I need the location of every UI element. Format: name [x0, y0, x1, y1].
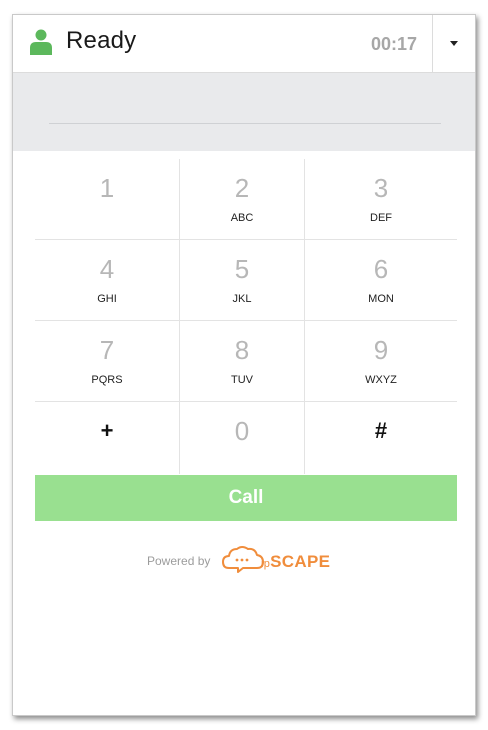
- key-letters: GHI: [97, 293, 117, 305]
- dialer-window: Ready 00:17 1 2 ABC 3 DEF 4 GHI 5 JKL 6 …: [12, 14, 476, 716]
- key-letters: DEF: [370, 212, 392, 224]
- key-4[interactable]: 4 GHI: [35, 240, 180, 320]
- key-1[interactable]: 1: [35, 159, 180, 239]
- key-digit: 7: [99, 335, 115, 365]
- key-digit: 0: [234, 416, 250, 446]
- key-digit: 9: [373, 335, 389, 365]
- status-timer: 00:17: [370, 34, 417, 54]
- brand-prefix: ip: [261, 558, 271, 570]
- key-7[interactable]: 7 PQRS: [35, 321, 180, 401]
- agent-status-label: Ready: [66, 27, 137, 54]
- ipscape-brand: ipSCAPE: [261, 552, 330, 572]
- key-letters: WXYZ: [365, 374, 397, 386]
- key-plus[interactable]: +: [35, 402, 180, 474]
- keypad-row: + 0 #: [35, 402, 457, 474]
- key-digit: 3: [373, 173, 389, 203]
- powered-by-text: Powered by: [147, 554, 211, 568]
- key-letters: TUV: [231, 374, 253, 386]
- key-symbol: #: [374, 418, 388, 443]
- key-symbol: +: [100, 418, 114, 443]
- call-button[interactable]: Call: [35, 475, 457, 521]
- key-letters: JKL: [232, 293, 252, 305]
- key-digit: 4: [99, 254, 115, 284]
- key-letters: PQRS: [91, 374, 123, 386]
- keypad-row: 1 2 ABC 3 DEF: [35, 159, 457, 240]
- agent-status-icon: [30, 29, 52, 55]
- dial-keypad: 1 2 ABC 3 DEF 4 GHI 5 JKL 6 MON 7 PQRS 8…: [35, 159, 457, 474]
- key-digit: 6: [373, 254, 389, 284]
- key-digit: 2: [234, 173, 250, 203]
- key-digit: 8: [234, 335, 250, 365]
- cloud-logo-icon: [222, 546, 264, 573]
- key-5[interactable]: 5 JKL: [180, 240, 305, 320]
- status-dropdown-toggle[interactable]: [432, 15, 475, 72]
- caret-down-icon: [450, 41, 458, 46]
- keypad-row: 7 PQRS 8 TUV 9 WXYZ: [35, 321, 457, 402]
- key-digit: 5: [234, 254, 250, 284]
- key-9[interactable]: 9 WXYZ: [305, 321, 457, 401]
- brand-name: SCAPE: [270, 552, 331, 571]
- key-hash[interactable]: #: [305, 402, 457, 474]
- key-6[interactable]: 6 MON: [305, 240, 457, 320]
- keypad-row: 4 GHI 5 JKL 6 MON: [35, 240, 457, 321]
- key-letters: MON: [368, 293, 394, 305]
- key-8[interactable]: 8 TUV: [180, 321, 305, 401]
- key-letters: ABC: [230, 212, 254, 224]
- key-digit: 1: [99, 173, 115, 203]
- powered-by-footer: Powered by ipSCAPE: [13, 542, 475, 576]
- key-2[interactable]: 2 ABC: [180, 159, 305, 239]
- key-0[interactable]: 0: [180, 402, 305, 474]
- key-3[interactable]: 3 DEF: [305, 159, 457, 239]
- status-header: Ready 00:17: [13, 15, 475, 73]
- number-entry-area: [13, 73, 475, 151]
- phone-number-input[interactable]: [49, 93, 441, 124]
